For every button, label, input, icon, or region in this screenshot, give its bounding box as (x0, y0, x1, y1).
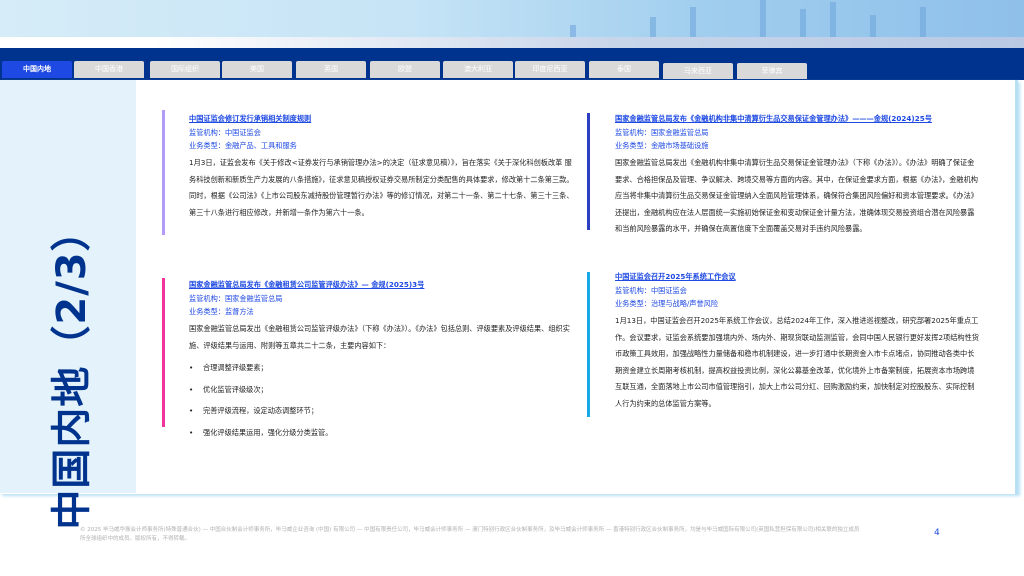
tab-5[interactable]: 欧盟 (370, 61, 440, 78)
article: 国家金融监管总局发布《金融租赁公司监管评级办法》— 金规(2025)3号 监管机… (189, 280, 574, 443)
article-body: 国家金融监管总局发出《金融机构非集中清算衍生品交易保证金管理办法》（下称《办法》… (615, 158, 978, 233)
article-body: 1月3日，证监会发布《关于修改<证券发行与承销管理办法>的决定（征求意见稿）》，… (189, 158, 574, 217)
accent-bar (162, 278, 165, 427)
accent-bar (162, 110, 165, 235)
tab-4[interactable]: 英国 (296, 61, 366, 78)
article: 中国证监会修订发行承销相关制度规则 监管机构：中国证监会 业务类型：金融产品、工… (189, 114, 574, 221)
article-title-link[interactable]: 国家金融监管总局发布《金融租赁公司监管评级办法》— 金规(2025)3号 (189, 280, 574, 290)
bullet-list: 合理调整评级要素； 优化监管评级级次； 完善评级流程，设定动态调整环节； 强化评… (189, 357, 574, 443)
article-title-link[interactable]: 国家金融监管总局发布《金融机构非集中清算衍生品交易保证金管理办法》———金规(2… (615, 114, 980, 124)
accent-bar (587, 272, 590, 417)
article: 中国证监会召开2025年系统工作会议 监管机构：中国证监会 业务类型：治理与战略… (615, 272, 980, 412)
regulator: 监管机构：国家金融监管总局 (615, 128, 709, 137)
regulator: 监管机构：中国证监会 (189, 128, 261, 137)
article-body: 1月13日，中国证监会召开2025年系统工作会议，总结2024年工作，深入推进巡… (615, 316, 979, 408)
business-type: 业务类型：监督方法 (189, 307, 254, 316)
tab-9[interactable]: 马来西亚 (663, 63, 733, 79)
regulator: 监管机构：中国证监会 (615, 286, 687, 295)
business-type: 业务类型：金融产品、工具和服务 (189, 141, 297, 150)
tab-2[interactable]: 国际组织 (150, 61, 220, 78)
page-title: 中国内地（2/3） (49, 210, 95, 530)
tab-7[interactable]: 印度尼西亚 (515, 61, 585, 78)
tab-1[interactable]: 中国香港 (74, 61, 144, 78)
tab-10[interactable]: 菲律宾 (737, 63, 807, 79)
regulator: 监管机构：国家金融监管总局 (189, 294, 283, 303)
tab-6[interactable]: 澳大利亚 (443, 61, 513, 78)
article-title-link[interactable]: 中国证监会修订发行承销相关制度规则 (189, 114, 574, 124)
header-banner-image (0, 0, 1024, 37)
business-type: 业务类型：治理与战略/声誉风险 (615, 299, 719, 308)
side-panel: 中国内地（2/3） (0, 80, 136, 530)
tab-8[interactable]: 泰国 (589, 61, 659, 78)
list-item: 合理调整评级要素； (189, 357, 574, 379)
business-type: 业务类型：金融市场基础设施 (615, 141, 709, 150)
tab-3[interactable]: 美国 (222, 61, 292, 78)
list-item: 优化监管评级级次； (189, 379, 574, 401)
accent-bar (587, 113, 590, 230)
page-number: 4 (934, 528, 940, 538)
copyright-footer: © 2025 毕马威华振会计师事务所(特殊普通合伙) — 中国合伙制会计师事务所… (80, 527, 860, 542)
article-body: 国家金融监管总局发出《金融租赁公司监管评级办法》（下称《办法》）。《办法》包括总… (189, 324, 570, 350)
list-item: 完善评级流程，设定动态调整环节； (189, 400, 574, 422)
article: 国家金融监管总局发布《金融机构非集中清算衍生品交易保证金管理办法》———金规(2… (615, 114, 980, 238)
tab-0[interactable]: 中国内地 (2, 61, 72, 78)
list-item: 强化评级结果运用，强化分级分类监管。 (189, 422, 574, 444)
article-title-link[interactable]: 中国证监会召开2025年系统工作会议 (615, 272, 980, 282)
